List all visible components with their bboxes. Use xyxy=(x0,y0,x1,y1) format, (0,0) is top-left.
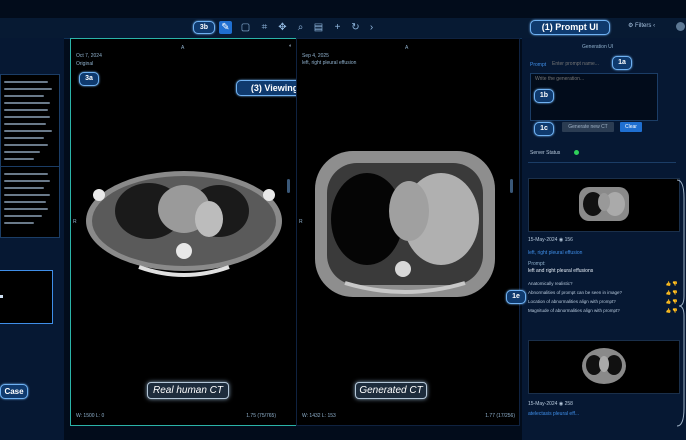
viewport-date: Sep 4, 2025 xyxy=(302,53,329,59)
divider xyxy=(528,162,676,163)
move-icon[interactable]: ✥ xyxy=(276,21,289,34)
bracket-decoration xyxy=(676,179,685,427)
callout-1a: 1a xyxy=(612,56,632,70)
callout-3a: 3a xyxy=(79,72,99,86)
search-icon[interactable]: ⌕ xyxy=(294,21,307,34)
filters-button[interactable]: ⚙ Filters ‹ xyxy=(628,22,655,29)
crosshair-icon[interactable]: + xyxy=(331,21,344,34)
viewport-series: Original xyxy=(76,61,94,67)
ct-scan-real xyxy=(86,171,282,277)
slice-scrollbar[interactable] xyxy=(287,179,290,193)
result-date: 15-May-2024 ◉ 258 xyxy=(528,401,573,407)
question-row: Abnormalities of prompt can be seen in i… xyxy=(528,290,678,295)
avatar[interactable] xyxy=(676,22,685,31)
chevron-down-icon: ‹ xyxy=(653,23,656,29)
prompt-label: Prompt xyxy=(530,62,547,68)
ct-thumbnail-1 xyxy=(579,187,629,221)
layers-icon[interactable]: ▤ xyxy=(312,21,325,34)
ct-scan-generated xyxy=(315,151,495,297)
viewport-date: Oct 7, 2024 xyxy=(76,53,102,59)
result-prompt-label: Prompt: xyxy=(528,261,546,267)
viewport-generated[interactable]: Sep 4, 2025 left, right pleural effusion… xyxy=(296,38,520,426)
orientation-marker-right: R xyxy=(73,219,77,225)
callout-3b: 3b xyxy=(193,21,215,34)
result-title[interactable]: atelectasis pleural eff... xyxy=(528,411,579,417)
result-date: 15-May-2024 ◉ 156 xyxy=(528,237,573,243)
forward-icon[interactable]: › xyxy=(365,21,378,34)
caption-generated-ct: Generated CT xyxy=(355,382,427,399)
slice-index: 1.77 (17/256) xyxy=(485,413,515,419)
left-panel: Case xyxy=(0,38,64,440)
window-level: W: 1500 L: 0 xyxy=(76,413,105,419)
question-row: Magnitude of abnormalities align with pr… xyxy=(528,308,678,313)
ct-thumbnail-2 xyxy=(582,348,626,384)
viewport-series: left, right pleural effusion xyxy=(302,60,357,66)
result-prompt: left and right pleural effusions xyxy=(528,268,594,274)
case-text-card-2[interactable] xyxy=(0,166,60,238)
server-status-label: Server Status xyxy=(530,150,561,156)
prompt-name-input[interactable] xyxy=(552,59,604,68)
slice-scrollbar[interactable] xyxy=(510,179,513,193)
callout-prompt-ui: (1) Prompt UI xyxy=(530,20,610,35)
prompt-panel: Generation UI Prompt 1a 1b 1c Generate n… xyxy=(506,38,686,440)
result-thumbnail[interactable] xyxy=(528,340,680,394)
result-thumbnail[interactable] xyxy=(528,178,680,232)
result-card[interactable]: 15-May-2024 ◉ 258 atelectasis pleural ef… xyxy=(528,340,680,420)
square-icon[interactable]: ▢ xyxy=(239,21,252,34)
settings-icon: ⚙ xyxy=(628,23,636,29)
viewport-original[interactable]: Oct 7, 2024 Original A ◐ 3a R Real human… xyxy=(70,38,297,426)
case-thumbnail[interactable] xyxy=(0,270,53,324)
clear-button[interactable]: Clear xyxy=(620,122,642,132)
orientation-marker: A xyxy=(181,45,185,51)
orientation-marker-right: R xyxy=(299,219,303,225)
callout-case: Case xyxy=(0,384,28,399)
callout-1b: 1b xyxy=(534,89,554,103)
generate-button[interactable]: Generate new CT xyxy=(562,122,614,132)
refresh-icon[interactable]: ↻ xyxy=(349,21,362,34)
callout-1c: 1c xyxy=(534,122,554,136)
window-level: W: 1432 L: 153 xyxy=(302,413,336,419)
panel-title: Generation UI xyxy=(582,44,614,50)
top-toolbar: 3b ✎ ▢ ⌗ ✥ ⌕ ▤ + ↻ › (1) Prompt UI ⚙ Fil… xyxy=(0,18,686,39)
result-card[interactable]: 15-May-2024 ◉ 156 left, right pleural ef… xyxy=(528,178,680,318)
slice-index: 1.75 (75/765) xyxy=(246,413,276,419)
contrast-icon[interactable]: ◐ xyxy=(289,43,292,49)
question-row: Anatomically realistic? 👍 👎 xyxy=(528,281,678,286)
caption-real-ct: Real human CT xyxy=(147,382,229,399)
result-title[interactable]: left, right pleural effusion xyxy=(528,250,582,256)
callout-1e: 1e xyxy=(506,290,526,304)
pencil-icon[interactable]: ✎ xyxy=(219,21,232,34)
case-text-card[interactable] xyxy=(0,74,60,168)
server-status-indicator xyxy=(574,150,579,155)
question-row: Location of abnormalities align with pro… xyxy=(528,299,678,304)
orientation-marker: A xyxy=(405,45,409,51)
crop-icon[interactable]: ⌗ xyxy=(258,21,271,34)
